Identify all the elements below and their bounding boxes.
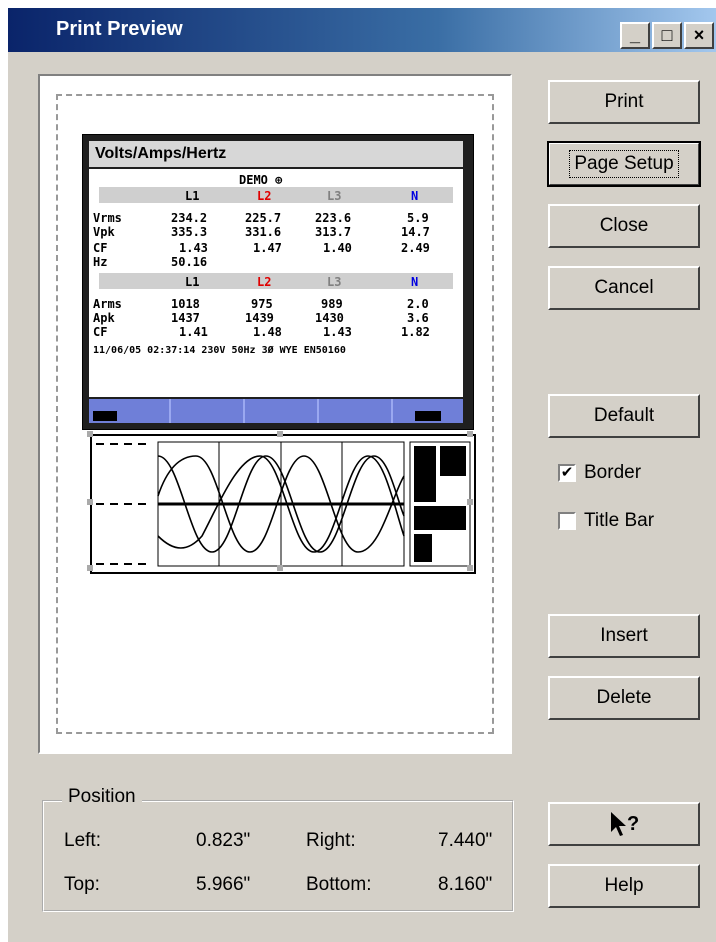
left-value: 0.823": [196, 830, 251, 851]
reading-value: 1437: [171, 311, 200, 325]
reading-value: 1.43: [323, 325, 352, 339]
window-title: Print Preview: [56, 18, 183, 40]
insert-button-label: Insert: [600, 625, 648, 646]
svg-text:?: ?: [627, 813, 639, 835]
status-line: 11/06/05 02:37:14 230V 50Hz 3Ø WYE EN501…: [93, 345, 346, 356]
reading-value: 1439: [245, 311, 274, 325]
maximize-button[interactable]: □: [652, 22, 682, 49]
reading-value: 313.7: [315, 225, 352, 239]
title-bar: Print Preview _ □ ×: [8, 8, 716, 52]
title-bar-checkbox[interactable]: Title Bar: [558, 510, 654, 532]
reading-value: 989: [321, 297, 343, 311]
right-value: 7.440": [438, 830, 493, 851]
reading-value: 2.49: [401, 241, 430, 255]
phase-label: N: [411, 189, 419, 203]
resize-handle[interactable]: [87, 565, 93, 571]
waveform-graphic: [92, 436, 474, 572]
right-label: Right:: [306, 830, 356, 851]
reading-value: 1430: [315, 311, 344, 325]
resize-handle[interactable]: [467, 565, 473, 571]
delete-button-label: Delete: [596, 687, 652, 708]
minimize-button[interactable]: _: [620, 22, 650, 49]
checkmark-icon[interactable]: ✔: [558, 464, 576, 482]
resize-handle[interactable]: [277, 565, 283, 571]
phase-label: L3: [327, 189, 342, 203]
resize-handle[interactable]: [87, 499, 93, 505]
meter-screenshot[interactable]: Volts/Amps/Hertz DEMO ⊕ L1 L2 L3 N Vrms …: [82, 134, 474, 430]
reading-value: 3.6: [407, 311, 429, 325]
reading-value: 1.48: [253, 325, 282, 339]
reading-value: 225.7: [245, 211, 282, 225]
reading-value: 975: [251, 297, 273, 311]
phase-label: L2: [257, 275, 272, 289]
help-button-label: Help: [604, 875, 644, 896]
screen-subtitle: DEMO ⊕: [239, 173, 283, 187]
resize-handle[interactable]: [467, 431, 473, 437]
reading-value: 335.3: [171, 225, 208, 239]
insert-button[interactable]: Insert: [548, 614, 700, 658]
page-setup-button-label: Page Setup: [569, 150, 679, 178]
border-checkbox[interactable]: ✔ Border: [558, 462, 641, 484]
print-button-label: Print: [604, 91, 644, 112]
reading-value: 1.47: [253, 241, 282, 255]
reading-label: Arms: [93, 297, 122, 311]
phase-label: N: [411, 275, 419, 289]
title-bar-checkbox-label: Title Bar: [584, 510, 655, 531]
reading-value: 1018: [171, 297, 200, 311]
resize-handle[interactable]: [87, 431, 93, 437]
reading-label: CF: [93, 325, 108, 339]
cancel-button-label: Cancel: [594, 277, 654, 298]
reading-label: Vpk: [93, 225, 115, 239]
close-window-button[interactable]: ×: [684, 22, 714, 49]
screen-softkeys: [89, 399, 463, 423]
screen-title: Volts/Amps/Hertz: [89, 141, 463, 167]
reading-value: 14.7: [401, 225, 430, 239]
reading-value: 234.2: [171, 211, 208, 225]
default-button-label: Default: [593, 405, 655, 426]
resize-handle[interactable]: [277, 431, 283, 437]
bottom-label: Bottom:: [306, 874, 372, 895]
whats-this-help-cursor-icon: ?: [611, 812, 639, 836]
reading-label: Apk: [93, 311, 115, 325]
border-checkbox-label: Border: [584, 462, 642, 483]
reading-value: 331.6: [245, 225, 282, 239]
close-button[interactable]: Close: [548, 204, 700, 248]
top-value: 5.966": [196, 874, 251, 895]
reading-label: CF: [93, 241, 108, 255]
default-button[interactable]: Default: [548, 394, 700, 438]
whats-this-button[interactable]: ?: [548, 802, 700, 846]
position-group-label: Position: [62, 786, 142, 808]
reading-value: 223.6: [315, 211, 352, 225]
close-button-label: Close: [599, 215, 649, 236]
cancel-button[interactable]: Cancel: [548, 266, 700, 310]
phase-label: L2: [257, 189, 272, 203]
left-label: Left:: [64, 830, 101, 851]
delete-button[interactable]: Delete: [548, 676, 700, 720]
reading-label: Hz: [93, 255, 108, 269]
reading-value: 1.43: [179, 241, 208, 255]
help-button[interactable]: Help: [548, 864, 700, 908]
reading-value: 1.40: [323, 241, 352, 255]
page-setup-button[interactable]: Page Setup: [547, 141, 701, 187]
phase-label: L3: [327, 275, 342, 289]
phase-label: L1: [185, 189, 200, 203]
print-button[interactable]: Print: [548, 80, 700, 124]
phase-label: L1: [185, 275, 200, 289]
reading-value: 1.82: [401, 325, 430, 339]
resize-handle[interactable]: [467, 499, 473, 505]
waveform-capture[interactable]: [90, 434, 476, 574]
reading-label: Vrms: [93, 211, 122, 225]
reading-value: 2.0: [407, 297, 429, 311]
print-preview-page: Volts/Amps/Hertz DEMO ⊕ L1 L2 L3 N Vrms …: [38, 74, 512, 754]
top-label: Top:: [64, 874, 100, 895]
screen-readings: DEMO ⊕ L1 L2 L3 N Vrms 234.2 225.7 223.6…: [89, 169, 463, 397]
reading-value: 50.16: [171, 255, 208, 269]
reading-value: 1.41: [179, 325, 208, 339]
bottom-value: 8.160": [438, 874, 493, 895]
unchecked-box-icon[interactable]: [558, 512, 576, 530]
reading-value: 5.9: [407, 211, 429, 225]
